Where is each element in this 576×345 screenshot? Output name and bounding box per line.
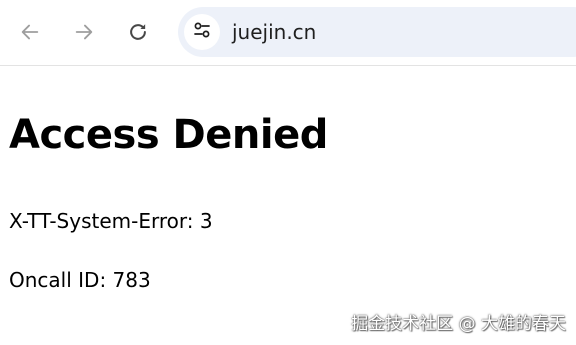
page-content: Access Denied X-TT-System-Error: 3 Oncal… [0, 66, 576, 345]
page-title: Access Denied [9, 112, 328, 158]
back-button[interactable] [12, 14, 48, 50]
arrow-right-icon [73, 21, 95, 43]
forward-button[interactable] [66, 14, 102, 50]
address-bar[interactable]: juejin.cn [178, 7, 576, 57]
site-info-button[interactable] [184, 14, 220, 50]
watermark: 掘金技术社区 @ 大雄的春天 [351, 314, 566, 334]
reload-button[interactable] [120, 14, 156, 50]
url-text[interactable]: juejin.cn [232, 19, 316, 45]
error-code-text: X-TT-System-Error: 3 [9, 209, 213, 233]
arrow-left-icon [19, 21, 41, 43]
tune-icon [192, 20, 212, 44]
reload-icon [127, 21, 149, 43]
browser-toolbar: juejin.cn [0, 0, 576, 66]
oncall-id-text: Oncall ID: 783 [9, 268, 151, 292]
